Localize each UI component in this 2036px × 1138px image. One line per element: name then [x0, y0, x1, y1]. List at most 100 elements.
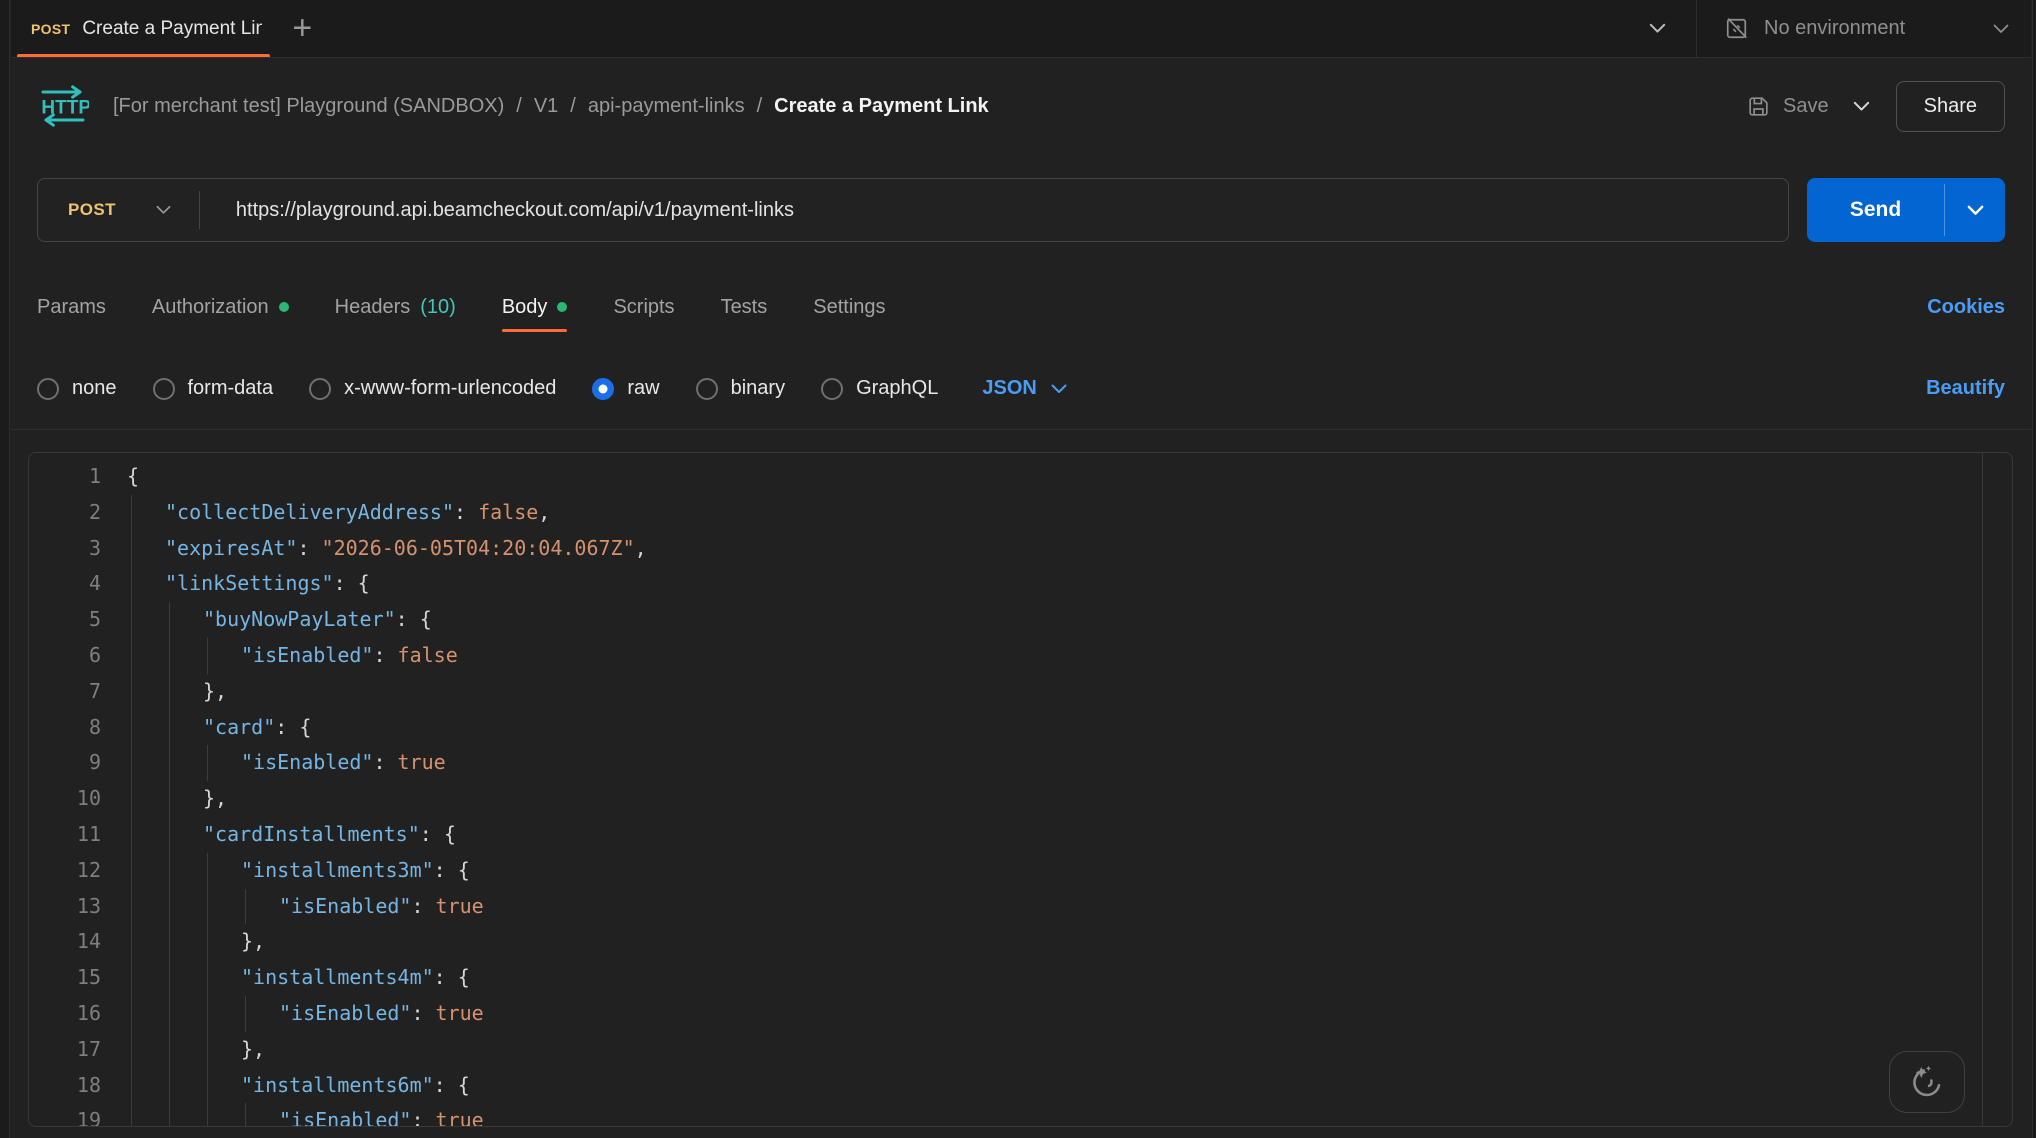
tab-label: Params: [37, 296, 106, 319]
json-value: true: [436, 1108, 484, 1126]
indent-guide: [131, 817, 132, 853]
json-value: true: [436, 894, 484, 918]
body-type-none[interactable]: none: [37, 377, 117, 400]
code-line-content: "installments3m": {: [127, 853, 1982, 889]
right-panel-edge: [2032, 0, 2036, 1138]
code-text: {: [127, 459, 139, 495]
method-chevron-icon[interactable]: [120, 205, 199, 215]
json-key: "card": [203, 715, 275, 739]
svg-text:HTTP: HTTP: [41, 98, 89, 119]
json-key: "installments3m": [241, 858, 434, 882]
url-input[interactable]: https://playground.api.beamcheckout.com/…: [200, 199, 1788, 222]
indent-guide: [245, 996, 246, 1032]
json-punctuation: :: [373, 643, 397, 667]
indent-guide: [169, 638, 170, 674]
body-type-binary[interactable]: binary: [696, 377, 785, 400]
url-bar: POST https://playground.api.beamcheckout…: [37, 178, 1789, 242]
indent-guide: [131, 674, 132, 710]
breadcrumb-item[interactable]: api-payment-links: [588, 95, 745, 118]
code-text: "collectDeliveryAddress": false,: [165, 495, 550, 531]
code-text: },: [241, 924, 265, 960]
json-key: "expiresAt": [165, 536, 297, 560]
code-text: "buyNowPayLater": {: [203, 602, 432, 638]
json-value: true: [436, 1001, 484, 1025]
tab-tests[interactable]: Tests: [721, 278, 768, 336]
send-options-chevron-icon[interactable]: [1945, 178, 2005, 242]
indent-guide: [131, 566, 132, 602]
send-button-group: Send: [1807, 178, 2005, 242]
new-tab-button[interactable]: +: [276, 0, 328, 57]
breadcrumb: [For merchant test] Playground (SANDBOX)…: [113, 95, 989, 118]
json-key: "isEnabled": [279, 1001, 411, 1025]
indent-guide: [207, 1068, 208, 1104]
code-line: 7},: [29, 674, 1982, 710]
breadcrumb-separator: /: [757, 95, 763, 118]
send-button[interactable]: Send: [1807, 178, 1944, 242]
json-punctuation: : {: [396, 607, 432, 631]
tab-list-chevron-icon[interactable]: [1619, 0, 1696, 57]
code-area[interactable]: 1{2"collectDeliveryAddress": false,3"exp…: [29, 453, 1982, 1126]
indent-guide: [131, 1032, 132, 1068]
indent-guide: [131, 924, 132, 960]
indent-guide: [131, 781, 132, 817]
tab-authorization[interactable]: Authorization: [152, 278, 289, 336]
tab-count-badge: (10): [420, 296, 456, 319]
line-number: 13: [29, 889, 101, 925]
json-key: "buyNowPayLater": [203, 607, 396, 631]
body-type-graphql[interactable]: GraphQL: [821, 377, 938, 400]
request-tab[interactable]: POST Create a Payment Link: [11, 0, 276, 57]
body-type-x-www-form-urlencoded[interactable]: x-www-form-urlencoded: [309, 377, 556, 400]
json-punctuation: :: [454, 500, 478, 524]
indent-guide: [169, 781, 170, 817]
radio-icon: [821, 378, 843, 400]
tab-scripts[interactable]: Scripts: [613, 278, 674, 336]
request-tabs-row: Params Authorization Headers (10) Body Script…: [11, 266, 2031, 348]
environment-chevron-icon: [1993, 24, 2009, 34]
indent-guide: [207, 996, 208, 1032]
code-line-content: },: [127, 1032, 1982, 1068]
line-number: 1: [29, 459, 101, 495]
code-text: "installments3m": {: [241, 853, 470, 889]
body-code-editor[interactable]: 1{2"collectDeliveryAddress": false,3"exp…: [28, 452, 2013, 1127]
json-punctuation: : {: [275, 715, 311, 739]
code-line: 19"isEnabled": true: [29, 1103, 1982, 1126]
json-value: false: [478, 500, 538, 524]
line-number: 15: [29, 960, 101, 996]
tab-settings[interactable]: Settings: [813, 278, 885, 336]
code-line: 4"linkSettings": {: [29, 566, 1982, 602]
tab-params[interactable]: Params: [37, 278, 106, 336]
tab-headers[interactable]: Headers (10): [335, 278, 456, 336]
breadcrumb-item[interactable]: [For merchant test] Playground (SANDBOX): [113, 95, 504, 118]
body-type-form-data[interactable]: form-data: [153, 377, 274, 400]
radio-label: binary: [731, 377, 785, 400]
save-button[interactable]: Save: [1746, 94, 1829, 119]
breadcrumb-item[interactable]: V1: [534, 95, 558, 118]
line-number: 8: [29, 710, 101, 746]
indent-guide: [169, 674, 170, 710]
tab-body[interactable]: Body: [502, 278, 568, 336]
code-line: 13"isEnabled": true: [29, 889, 1982, 925]
postbot-button[interactable]: [1889, 1051, 1965, 1113]
indent-guide: [169, 817, 170, 853]
body-type-raw[interactable]: raw: [592, 377, 659, 400]
json-punctuation: {: [127, 464, 139, 488]
save-icon: [1746, 94, 1771, 119]
tab-label: Headers: [335, 296, 411, 319]
environment-selector[interactable]: No environment: [1697, 0, 2031, 57]
request-url-row: POST https://playground.api.beamcheckout…: [11, 154, 2031, 266]
editor-scrollbar[interactable]: [1982, 453, 2012, 1126]
cookies-link[interactable]: Cookies: [1927, 296, 2005, 319]
code-line-content: "isEnabled": true: [127, 996, 1982, 1032]
method-selector[interactable]: POST: [38, 200, 120, 220]
content-type-selector[interactable]: JSON: [982, 377, 1066, 400]
share-button[interactable]: Share: [1896, 81, 2005, 132]
beautify-link[interactable]: Beautify: [1926, 377, 2005, 400]
indent-guide: [169, 960, 170, 996]
json-punctuation: : {: [434, 965, 470, 989]
request-tab-method: POST: [31, 21, 70, 37]
line-number: 18: [29, 1068, 101, 1104]
line-number: 19: [29, 1103, 101, 1126]
tab-label: Authorization: [152, 296, 269, 319]
code-line: 18"installments6m": {: [29, 1068, 1982, 1104]
save-options-chevron-icon[interactable]: [1829, 101, 1896, 112]
